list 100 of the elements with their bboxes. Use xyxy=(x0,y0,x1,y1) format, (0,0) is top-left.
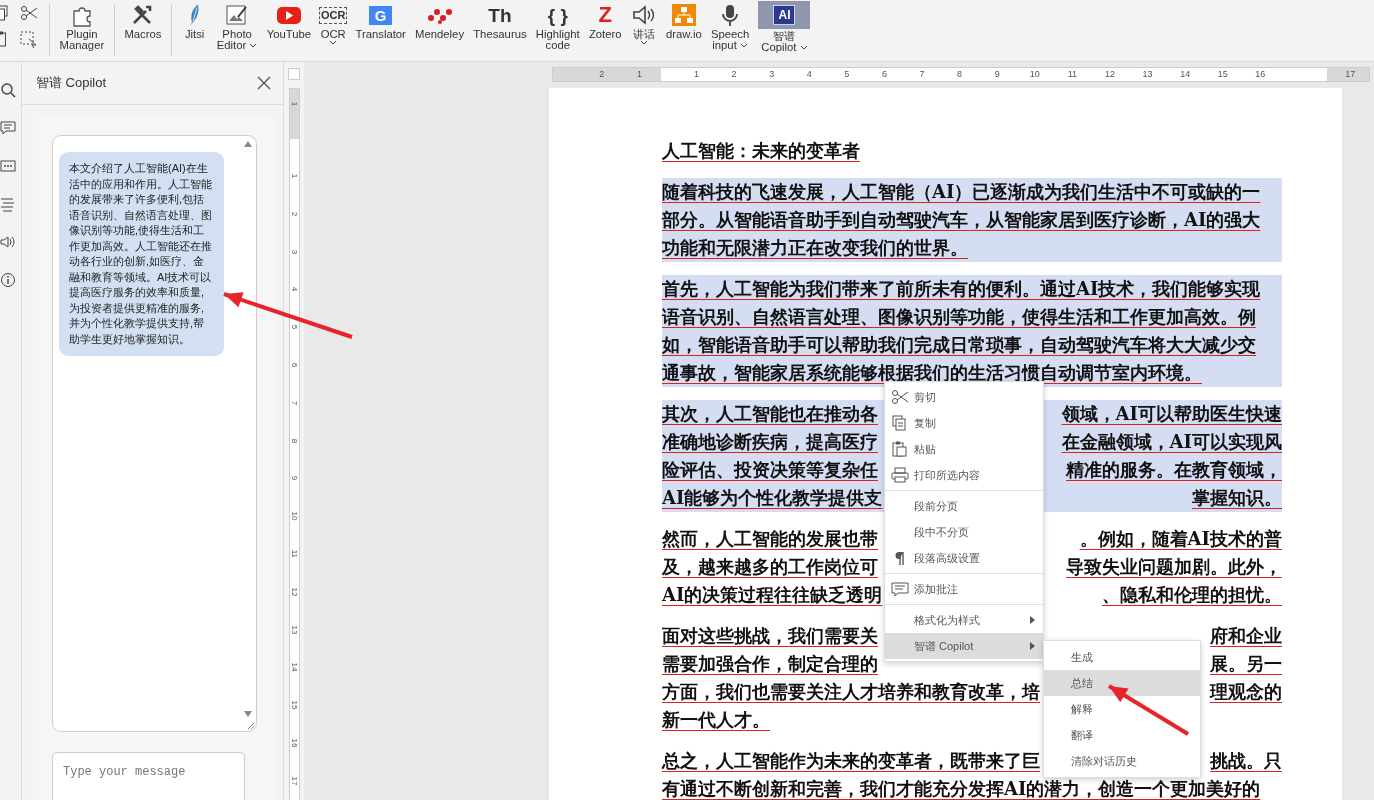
text-line: 如，智能语音助手可以帮助我们完成日常琐事，自动驾驶汽车将大大减少交 xyxy=(662,333,1256,357)
text-line: 面对这些挑战，我们需要关 xyxy=(662,624,878,648)
toolbar-button[interactable]: YouTube xyxy=(262,0,316,40)
message-input[interactable]: Type your message xyxy=(52,752,245,800)
chat-icon[interactable] xyxy=(0,158,16,174)
ruler-number: 15 xyxy=(289,700,301,710)
toolbar-button[interactable]: Photo Editor xyxy=(212,0,263,51)
ruler-number: 7 xyxy=(918,68,926,81)
menu-item[interactable]: 解释 xyxy=(1044,696,1200,722)
toolbar-button[interactable]: Plugin Manager xyxy=(55,0,109,51)
ruler-number: 10 xyxy=(289,511,301,521)
resize-grip-icon[interactable] xyxy=(247,722,255,730)
document-title: 人工智能：未来的变革者 xyxy=(662,139,860,163)
toolbar-button[interactable]: Jitsi xyxy=(177,0,213,40)
text-line: 准确地诊断疾病，提高医疗 xyxy=(662,430,878,454)
menu-item[interactable]: 总结 xyxy=(1044,670,1200,696)
text-line: 精准的服务。在教育领域， xyxy=(1066,458,1282,482)
ruler-number: 17 xyxy=(1344,68,1357,81)
search-icon[interactable] xyxy=(0,82,16,98)
ruler-number: 2 xyxy=(289,210,301,218)
ruler-number: 10 xyxy=(1028,68,1041,81)
ruler-number: 8 xyxy=(956,68,964,81)
toolbar-button[interactable]: AI 智谱 Copilot xyxy=(753,0,816,53)
text-line: 功能和无限潜力正在改变我们的世界。 xyxy=(662,236,968,260)
ruler-number: 4 xyxy=(289,286,301,294)
ruler-number: 14 xyxy=(289,662,301,672)
menu-item[interactable]: 格式化为样式 xyxy=(885,607,1043,633)
ruler-number: 12 xyxy=(1103,68,1116,81)
menu-item[interactable]: 段中不分页 xyxy=(885,519,1043,545)
feather-icon xyxy=(189,4,201,26)
ruler-number: 16 xyxy=(1254,68,1267,81)
menu-item[interactable]: 剪切 xyxy=(885,384,1043,410)
diagram-icon xyxy=(670,3,697,27)
toolbar-button[interactable]: 讲话 xyxy=(626,0,662,46)
info-icon[interactable] xyxy=(0,272,16,288)
text-line: AI能够为个性化教学提供支 xyxy=(662,486,883,510)
menu-item[interactable]: 智谱 Copilot xyxy=(885,633,1043,659)
text-line: 语音识别、自然语言处理、图像识别等功能，使得生活和工作更加高效。例 xyxy=(662,305,1256,329)
text-line: 、隐私和伦理的担忧。 xyxy=(1102,583,1282,607)
toolbar-button[interactable]: Macros xyxy=(119,0,166,40)
menu-item[interactable]: 段前分页 xyxy=(885,493,1043,519)
submenu-arrow-icon xyxy=(1030,616,1035,624)
scroll-up-icon[interactable] xyxy=(244,141,252,147)
text-line: 及，越来越多的工作岗位可 xyxy=(662,555,878,579)
text-line: 导致失业问题加剧。此外， xyxy=(1066,555,1282,579)
select-icon[interactable] xyxy=(20,31,38,49)
ruler-number: 6 xyxy=(880,68,888,81)
toolbar-button[interactable]: Z Zotero xyxy=(584,0,627,40)
text-line: 在金融领域，AI可以实现风 xyxy=(1061,430,1282,454)
ruler-number: 11 xyxy=(289,549,301,559)
text-line: 其次，人工智能也在推动各 xyxy=(662,402,878,426)
ruler-number: 2 xyxy=(598,68,606,81)
toolbar-button[interactable]: OCR OCR xyxy=(315,0,351,46)
text-line: 理观念的 xyxy=(1210,680,1282,704)
menu-item[interactable]: 段落高级设置 xyxy=(885,545,1043,571)
ruler-number: 8 xyxy=(289,437,301,445)
close-button[interactable] xyxy=(257,76,271,90)
ruler-number: 16 xyxy=(289,738,301,748)
ruler-number: 4 xyxy=(805,68,813,81)
text-line: 有通过不断创新和完善，我们才能充分发挥AI的潜力，创造一个更加美好的 xyxy=(662,777,1261,800)
paste-icon xyxy=(891,441,909,457)
text-line: 领域，AI可以帮助医生快速 xyxy=(1061,402,1282,426)
scissors-icon[interactable] xyxy=(20,5,38,21)
text-line: 首先，人工智能为我们带来了前所未有的便利。通过AI技术，我们能够实现 xyxy=(662,277,1261,301)
ruler-number: 9 xyxy=(289,475,301,483)
menu-item[interactable]: 粘贴 xyxy=(885,436,1043,462)
ruler-number: 3 xyxy=(768,68,776,81)
printer-icon xyxy=(891,467,909,483)
menu-item[interactable]: 打印所选内容 xyxy=(885,462,1043,488)
toolbar-button[interactable]: draw.io xyxy=(661,0,707,40)
ruler-number: 5 xyxy=(843,68,851,81)
text-line: 府和企业 xyxy=(1210,624,1282,648)
toolbar-button[interactable]: Th Thesaurus xyxy=(468,0,532,40)
caret-icon xyxy=(799,45,808,51)
speaker-icon xyxy=(630,3,657,27)
comment-icon[interactable] xyxy=(0,120,16,136)
ruler-number: 1 xyxy=(692,68,700,81)
text-line: 总之，人工智能作为未来的变革者，既带来了巨 xyxy=(662,749,1040,773)
text-line: 新一代人才。 xyxy=(662,708,770,732)
scissors-icon xyxy=(891,389,909,405)
close-icon xyxy=(257,76,271,90)
menu-item[interactable]: 翻译 xyxy=(1044,722,1200,748)
list-icon[interactable] xyxy=(0,196,16,212)
menu-item[interactable]: 添加批注 xyxy=(885,576,1043,602)
ruler-number: 6 xyxy=(289,361,301,370)
menu-item[interactable]: 生成 xyxy=(1044,644,1200,670)
menu-item[interactable]: 复制 xyxy=(885,410,1043,436)
z-icon: Z xyxy=(598,4,612,26)
toolbar-button[interactable]: { } Highlight code xyxy=(531,0,585,51)
text-line: 掌握知识。 xyxy=(1192,486,1282,510)
toolbar-button[interactable]: Mendeley xyxy=(410,0,469,40)
caret-icon xyxy=(639,40,648,46)
scroll-down-icon[interactable] xyxy=(244,711,252,717)
menu-item[interactable]: 清除对话历史 xyxy=(1044,748,1200,774)
toolbar-button[interactable]: Speech input xyxy=(706,0,754,51)
toolbar-button[interactable]: G Translator xyxy=(350,0,411,40)
submenu-arrow-icon xyxy=(1030,642,1035,650)
speaker-icon[interactable] xyxy=(0,234,16,250)
ruler-number: 5 xyxy=(289,323,301,332)
ruler-number: 1 xyxy=(289,172,301,181)
